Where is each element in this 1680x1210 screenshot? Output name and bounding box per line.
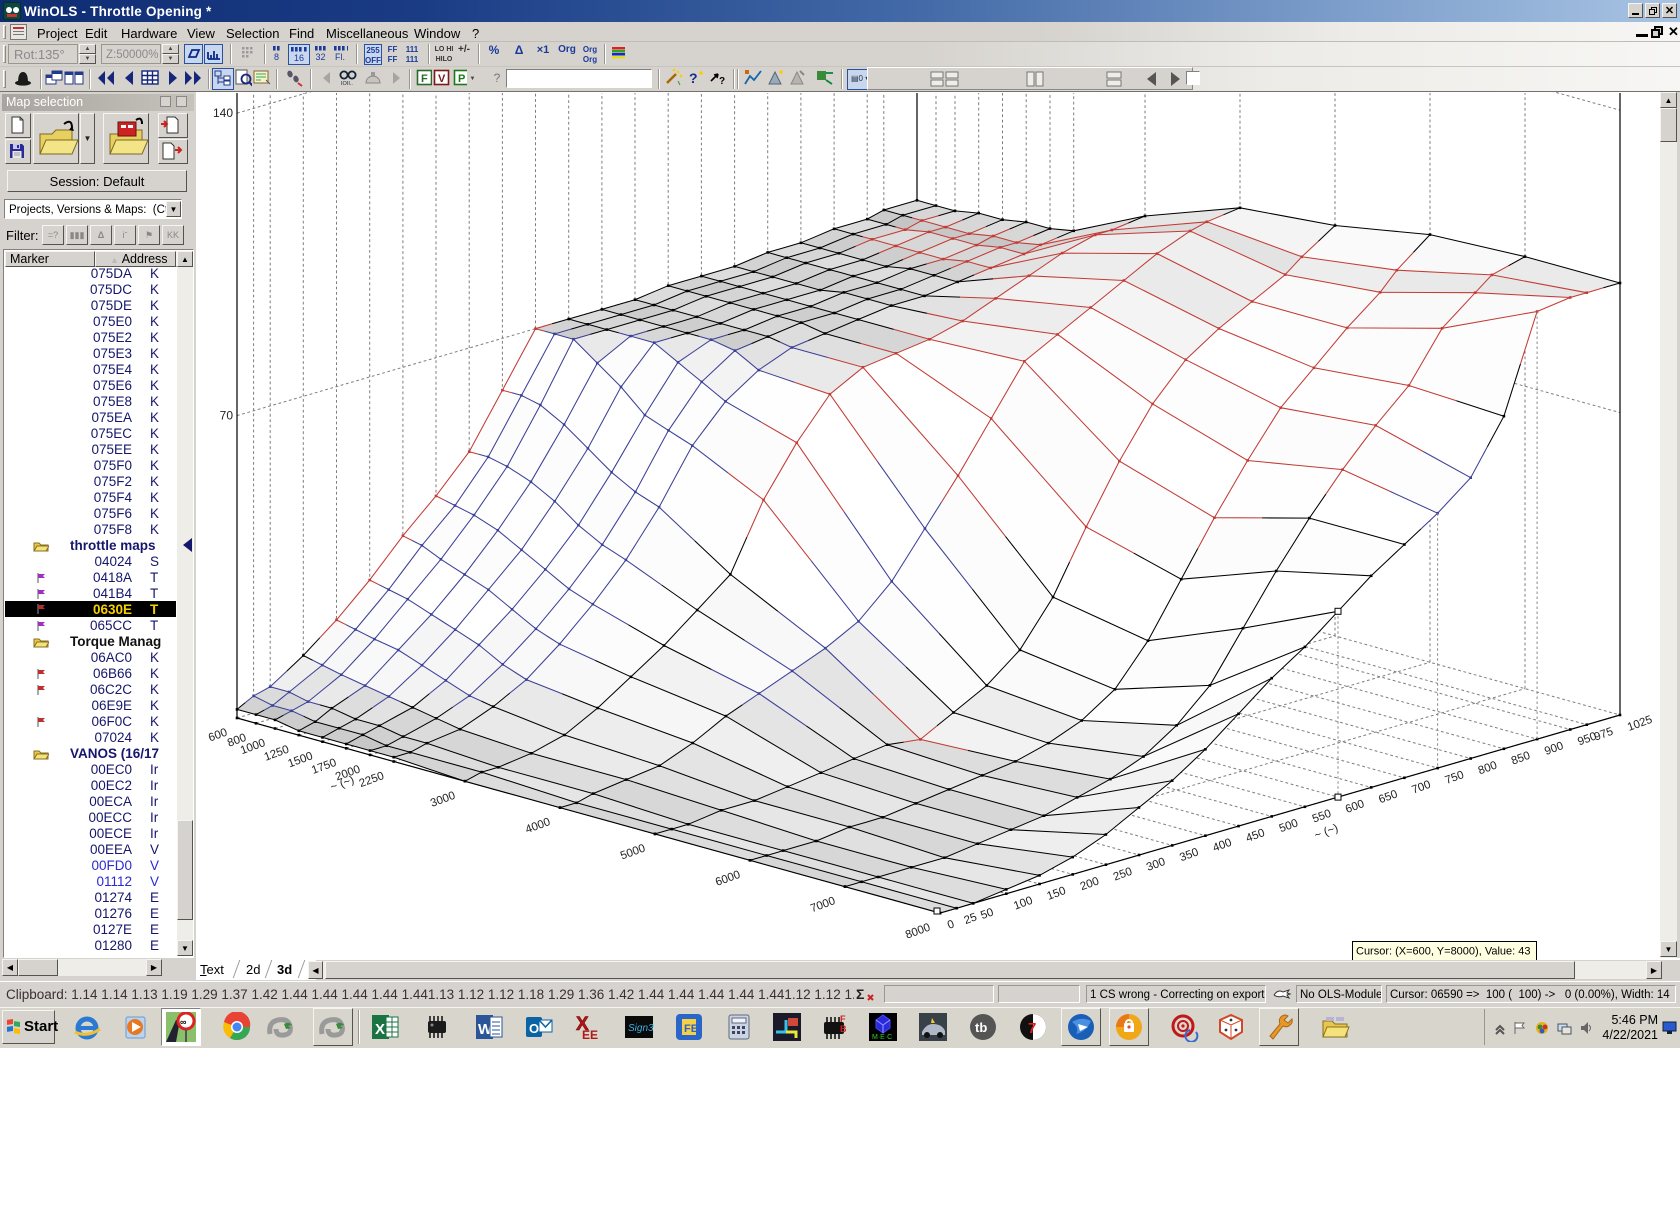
svg-text:Σ: Σ — [856, 986, 864, 1002]
svg-text:Cursor: (X=600, Y=8000), Value: Cursor: (X=600, Y=8000), Value: 43 — [1356, 946, 1530, 958]
svg-text:7: 7 — [1028, 1020, 1036, 1037]
svg-text:2250: 2250 — [358, 770, 386, 790]
svg-text:550: 550 — [1311, 808, 1333, 826]
svg-text:350: 350 — [1178, 846, 1200, 864]
svg-text:7000: 7000 — [809, 895, 837, 915]
svg-text:EE: EE — [582, 1028, 598, 1042]
svg-text:Sign3: Sign3 — [628, 1023, 654, 1034]
svg-text:70: 70 — [220, 409, 234, 423]
svg-text:F: F — [421, 73, 428, 85]
svg-text:50: 50 — [979, 906, 995, 922]
svg-text:4000: 4000 — [524, 816, 552, 836]
svg-text:750: 750 — [1444, 769, 1466, 787]
svg-text:F: F — [840, 1014, 846, 1024]
svg-text:FE: FE — [684, 1023, 698, 1035]
svg-text:V: V — [438, 73, 446, 85]
svg-text:3000: 3000 — [429, 790, 457, 810]
svg-text:450: 450 — [1244, 827, 1266, 845]
svg-text:700: 700 — [1410, 779, 1432, 797]
svg-text:0: 0 — [946, 918, 956, 931]
svg-text:~ (~): ~ (~) — [329, 774, 356, 794]
svg-text:850: 850 — [1510, 750, 1532, 768]
svg-text:900: 900 — [1543, 740, 1565, 758]
svg-text:150: 150 — [1045, 885, 1067, 903]
svg-text:200: 200 — [1079, 875, 1101, 893]
svg-text:8000: 8000 — [904, 922, 932, 942]
svg-text:∞: ∞ — [180, 1017, 187, 1027]
svg-text:140: 140 — [213, 106, 233, 120]
svg-text:600: 600 — [207, 727, 229, 745]
svg-text:300: 300 — [1145, 856, 1167, 874]
svg-text:1025: 1025 — [1626, 714, 1654, 734]
svg-text:975: 975 — [1593, 726, 1615, 744]
svg-text:5000: 5000 — [619, 842, 647, 862]
svg-text:B: B — [840, 1024, 847, 1034]
svg-text:25: 25 — [963, 911, 979, 927]
svg-text:800: 800 — [1477, 759, 1499, 777]
svg-text:tb: tb — [975, 1020, 987, 1035]
svg-text:6000: 6000 — [714, 869, 742, 889]
svg-text:~ (~): ~ (~) — [1313, 822, 1340, 842]
svg-text:?: ? — [719, 76, 725, 87]
svg-text:250: 250 — [1112, 866, 1134, 884]
svg-text:O: O — [529, 1021, 539, 1036]
svg-text:100: 100 — [1012, 895, 1034, 913]
svg-text:M·E·C: M·E·C — [872, 1034, 892, 1041]
svg-text:X: X — [375, 1021, 385, 1038]
svg-text:600: 600 — [1344, 798, 1366, 816]
svg-text:?: ? — [689, 70, 698, 86]
svg-text:400: 400 — [1211, 837, 1233, 855]
svg-text:IOII..: IOII.. — [341, 81, 353, 87]
svg-text:P: P — [458, 73, 465, 85]
svg-text:650: 650 — [1377, 788, 1399, 806]
svg-text:500: 500 — [1278, 817, 1300, 835]
